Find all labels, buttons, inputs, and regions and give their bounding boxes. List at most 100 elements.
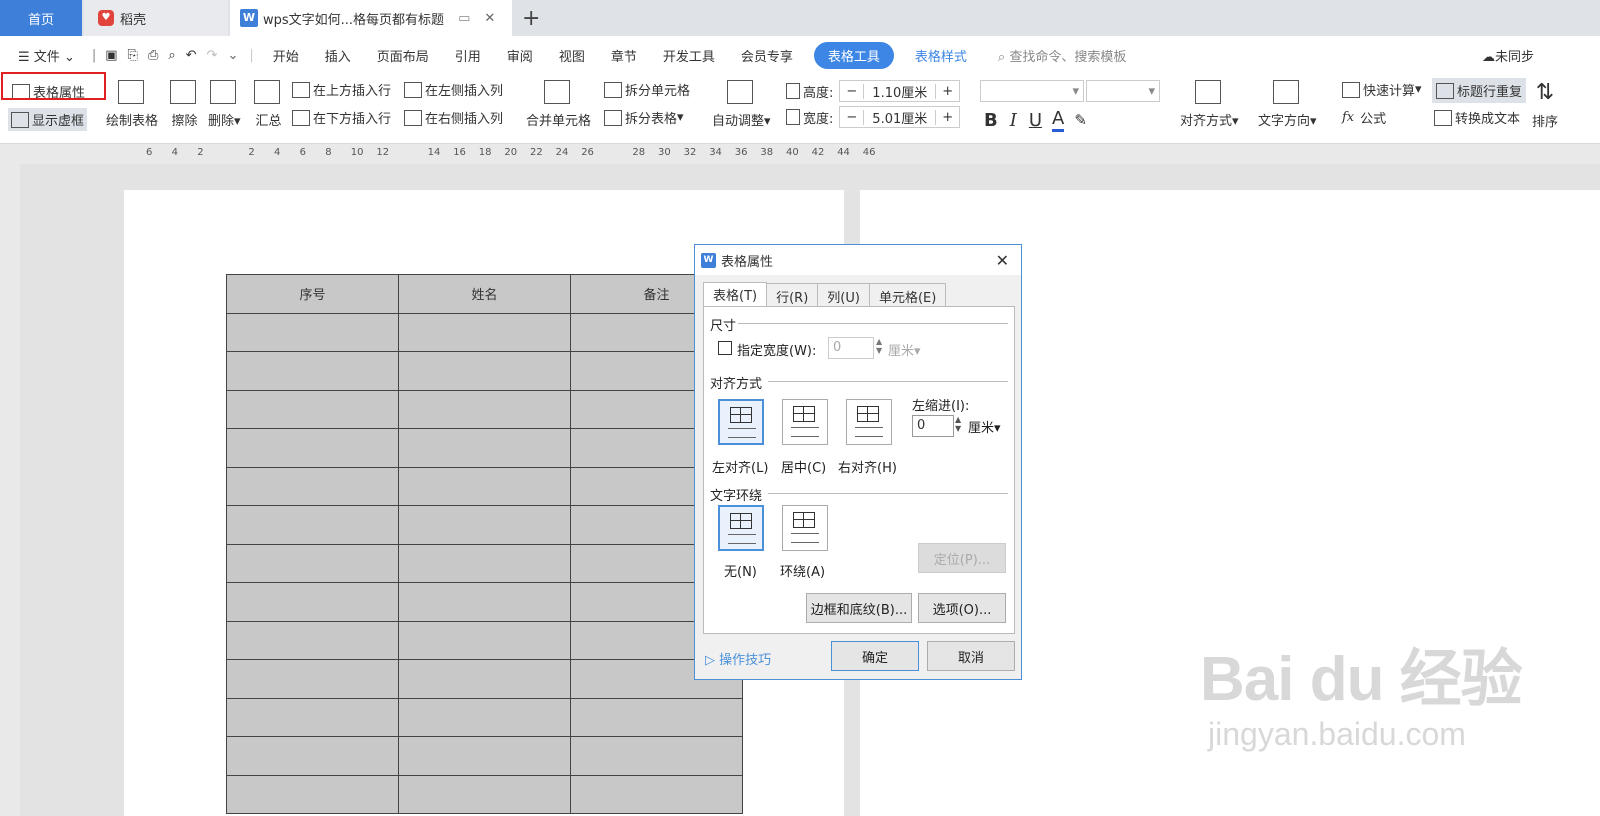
pin-icon[interactable]: ▭ xyxy=(458,11,470,26)
wrap-none-button[interactable] xyxy=(718,505,764,551)
menu-developer[interactable]: 开发工具 xyxy=(663,46,715,65)
split-cells-button[interactable]: 拆分单元格 xyxy=(604,80,690,99)
wrap-around-button[interactable] xyxy=(782,505,828,551)
insert-column-left-button[interactable]: 在左侧插入列 xyxy=(404,80,503,99)
cancel-button[interactable]: 取消 xyxy=(927,641,1015,671)
width-stepper[interactable]: −5.01厘米 + xyxy=(839,106,961,128)
summary-button[interactable]: 汇总 xyxy=(254,80,283,129)
options-button[interactable]: 选项(O)... xyxy=(918,593,1006,623)
tab-table[interactable]: 表格(T) xyxy=(703,282,768,308)
text-direction-button[interactable]: 文字方向▾ xyxy=(1258,80,1317,129)
table-cell[interactable] xyxy=(226,351,399,391)
merge-cells-button[interactable]: 合并单元格 xyxy=(526,80,591,129)
table-cell[interactable] xyxy=(226,466,399,506)
insert-row-above-button[interactable]: 在上方插入行 xyxy=(292,80,391,99)
menu-start[interactable]: 开始 xyxy=(273,46,299,65)
table-cell[interactable] xyxy=(226,543,399,583)
menu-reference[interactable]: 引用 xyxy=(455,46,481,65)
height-stepper[interactable]: −1.10厘米 + xyxy=(839,80,961,102)
font-color-button[interactable]: A xyxy=(1052,108,1065,132)
table-cell[interactable] xyxy=(226,389,399,429)
table-cell[interactable] xyxy=(398,697,571,737)
height-value[interactable]: 1.10厘米 xyxy=(864,82,935,101)
indent-spinner[interactable]: ▲ ▼ xyxy=(955,415,961,433)
document-table[interactable]: 序号 姓名 备注 xyxy=(226,274,743,814)
sync-status[interactable]: ☁未同步 xyxy=(1482,46,1534,65)
width-value[interactable]: 5.01厘米 xyxy=(864,108,935,127)
table-cell[interactable] xyxy=(226,774,399,814)
bold-button[interactable]: B xyxy=(984,110,998,131)
export-icon[interactable]: ⎘ xyxy=(128,48,138,63)
table-cell[interactable] xyxy=(398,659,571,699)
table-cell[interactable] xyxy=(398,312,571,352)
table-cell[interactable] xyxy=(226,312,399,352)
file-menu[interactable]: ☰ 文件 ⌄ xyxy=(18,46,75,65)
save-icon[interactable]: ▣ xyxy=(105,48,117,63)
menu-member[interactable]: 会员专享 xyxy=(741,46,793,65)
table-cell[interactable] xyxy=(570,697,743,737)
table-cell[interactable] xyxy=(570,774,743,814)
redo-icon[interactable]: ↷ xyxy=(207,48,218,63)
table-cell[interactable] xyxy=(398,466,571,506)
table-cell[interactable] xyxy=(398,774,571,814)
table-cell[interactable] xyxy=(398,582,571,622)
height-decrease[interactable]: − xyxy=(840,83,865,99)
table-cell[interactable] xyxy=(226,697,399,737)
table-cell[interactable] xyxy=(398,351,571,391)
align-center-button[interactable] xyxy=(782,399,828,445)
ok-button[interactable]: 确定 xyxy=(831,641,919,671)
preview-icon[interactable]: ⌕ xyxy=(168,48,175,63)
tab-column[interactable]: 列(U) xyxy=(817,283,870,307)
table-header-cell[interactable]: 姓名 xyxy=(398,274,571,314)
font-size-select[interactable]: ▾ xyxy=(1086,80,1160,102)
font-family-select[interactable]: ▾ xyxy=(980,80,1084,102)
menu-table-tools[interactable]: 表格工具 xyxy=(813,41,894,69)
table-cell[interactable] xyxy=(226,659,399,699)
position-button[interactable]: 定位(P)... xyxy=(918,543,1006,573)
menu-table-style[interactable]: 表格样式 xyxy=(915,46,967,65)
table-cell[interactable] xyxy=(398,620,571,660)
width-decrease[interactable]: − xyxy=(840,109,865,125)
undo-icon[interactable]: ↶ xyxy=(186,48,197,63)
align-left-button[interactable] xyxy=(718,399,764,445)
sort-button[interactable]: ⇅ 排序 xyxy=(1532,80,1558,130)
table-cell[interactable] xyxy=(398,428,571,468)
table-cell[interactable] xyxy=(398,389,571,429)
tab-home[interactable]: 首页 xyxy=(0,0,82,36)
draw-table-button[interactable]: 绘制表格 xyxy=(106,80,158,129)
highlight-icon[interactable]: ✎ xyxy=(1074,111,1087,129)
height-increase[interactable]: + xyxy=(935,83,959,99)
width-input[interactable]: 0 xyxy=(828,337,874,359)
tab-cell[interactable]: 单元格(E) xyxy=(868,283,947,307)
insert-row-below-button[interactable]: 在下方插入行 xyxy=(292,108,391,127)
width-increase[interactable]: + xyxy=(935,109,959,125)
table-header-cell[interactable]: 序号 xyxy=(226,274,399,314)
delete-button[interactable]: 删除▾ xyxy=(208,80,241,129)
search-box[interactable]: ⌕ 查找命令、搜索模板 xyxy=(998,46,1126,65)
specify-width-checkbox[interactable] xyxy=(718,341,732,355)
table-cell[interactable] xyxy=(398,505,571,545)
menu-layout[interactable]: 页面布局 xyxy=(377,46,429,65)
close-tab-icon[interactable]: ✕ xyxy=(484,11,495,26)
table-cell[interactable] xyxy=(398,543,571,583)
show-gridlines-button[interactable]: 显示虚框 xyxy=(8,108,88,131)
split-table-button[interactable]: 拆分表格 ▾ xyxy=(604,108,684,127)
close-icon[interactable]: ✕ xyxy=(996,251,1009,270)
convert-to-text-button[interactable]: 转换成文本 xyxy=(1434,108,1520,127)
tab-row[interactable]: 行(R) xyxy=(766,283,819,307)
menu-section[interactable]: 章节 xyxy=(611,46,637,65)
tab-daoke[interactable]: ♥ 稻壳 xyxy=(84,0,228,36)
table-cell[interactable] xyxy=(398,736,571,776)
insert-column-right-button[interactable]: 在右侧插入列 xyxy=(404,108,503,127)
indent-unit[interactable]: 厘米▾ xyxy=(968,417,1001,436)
repeat-header-button[interactable]: 标题行重复 xyxy=(1432,78,1527,103)
width-spinner[interactable]: ▲ ▼ xyxy=(876,337,882,355)
tips-link[interactable]: ▷ 操作技巧 xyxy=(705,649,771,668)
left-indent-input[interactable]: 0 xyxy=(912,415,954,437)
quick-calc-button[interactable]: 快速计算 ▾ xyxy=(1342,80,1422,99)
italic-button[interactable]: I xyxy=(1010,110,1017,131)
add-tab-button[interactable]: + xyxy=(522,0,540,36)
alignment-button[interactable]: 对齐方式▾ xyxy=(1180,80,1239,129)
align-right-button[interactable] xyxy=(846,399,892,445)
print-icon[interactable]: ⎙ xyxy=(148,48,158,63)
